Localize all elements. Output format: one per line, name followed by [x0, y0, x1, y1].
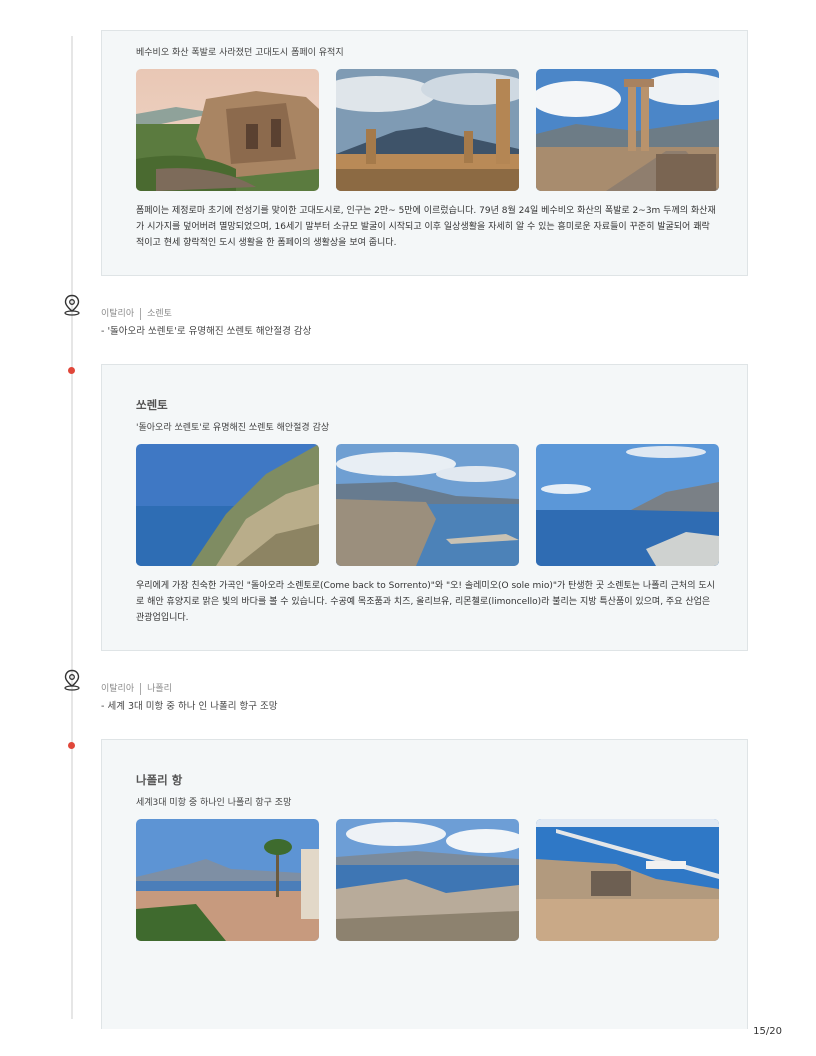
naples-subtitle: 세계3대 미항 중 하나인 나폴리 항구 조망: [136, 798, 292, 808]
stop-description: - '돌아오라 쏘렌토'로 유명해진 쏘렌토 해안절경 감상: [101, 325, 312, 337]
sorrento-sea-photo: [536, 444, 719, 566]
sorrento-card: 쏘렌토 '돌아오라 쏘렌토'로 유명해진 쏘렌토 해안절경 감상 우리에게 가장…: [101, 364, 748, 651]
stop-description: - 세계 3대 미항 중 하나 인 나폴리 항구 조망: [101, 700, 278, 712]
map-pin-icon: [63, 294, 81, 316]
pompeii-ruins-photo: [136, 69, 319, 191]
itinerary-stop-naples: 이탈리아 나폴리 - 세계 3대 미항 중 하나 인 나폴리 항구 조망: [101, 681, 278, 712]
pompeii-subtitle: 베수비오 화산 폭발로 사라졌던 고대도시 폼페이 유적지: [136, 48, 344, 58]
stop-country: 이탈리아: [101, 309, 135, 319]
timeline-dot: [68, 742, 75, 749]
naples-bay-photo: [336, 819, 519, 941]
pompeii-card: 베수비오 화산 폭발로 사라졌던 고대도시 폼페이 유적지 폼페이는 제정로마 …: [101, 30, 748, 276]
sorrento-cliff-photo: [136, 444, 319, 566]
map-pin-icon: [63, 669, 81, 691]
pompeii-photos: [136, 69, 719, 191]
stop-city: 나폴리: [147, 684, 172, 694]
sorrento-description: 우리에게 가장 친숙한 가곡인 "돌아오라 소렌토로(Come back to …: [136, 581, 715, 623]
pompeii-description: 폼페이는 제정로마 초기에 전성기를 맞이한 고대도시로, 인구는 2만~ 5만…: [136, 206, 716, 248]
naples-photos: [136, 819, 719, 941]
sorrento-photos: [136, 444, 719, 566]
sorrento-title: 쏘렌토: [136, 398, 168, 412]
page-number: 15/20: [753, 1026, 782, 1037]
pompeii-columns-photo: [536, 69, 719, 191]
stop-city: 소렌토: [147, 309, 172, 319]
divider: [140, 307, 142, 320]
naples-card: 나폴리 항 세계3대 미항 중 하나인 나폴리 항구 조망: [101, 739, 748, 1029]
naples-port-photo: [536, 819, 719, 941]
divider: [140, 682, 142, 695]
stop-country: 이탈리아: [101, 684, 135, 694]
timeline-line: [71, 36, 73, 1019]
pompeii-vesuvius-photo: [336, 69, 519, 191]
naples-title: 나폴리 항: [136, 773, 183, 787]
sorrento-subtitle: '돌아오라 쏘렌토'로 유명해진 쏘렌토 해안절경 감상: [136, 423, 330, 433]
itinerary-stop-sorrento: 이탈리아 소렌토 - '돌아오라 쏘렌토'로 유명해진 쏘렌토 해안절경 감상: [101, 306, 311, 337]
naples-vesuvius-photo: [136, 819, 319, 941]
sorrento-coast-photo: [336, 444, 519, 566]
timeline-dot: [68, 367, 75, 374]
